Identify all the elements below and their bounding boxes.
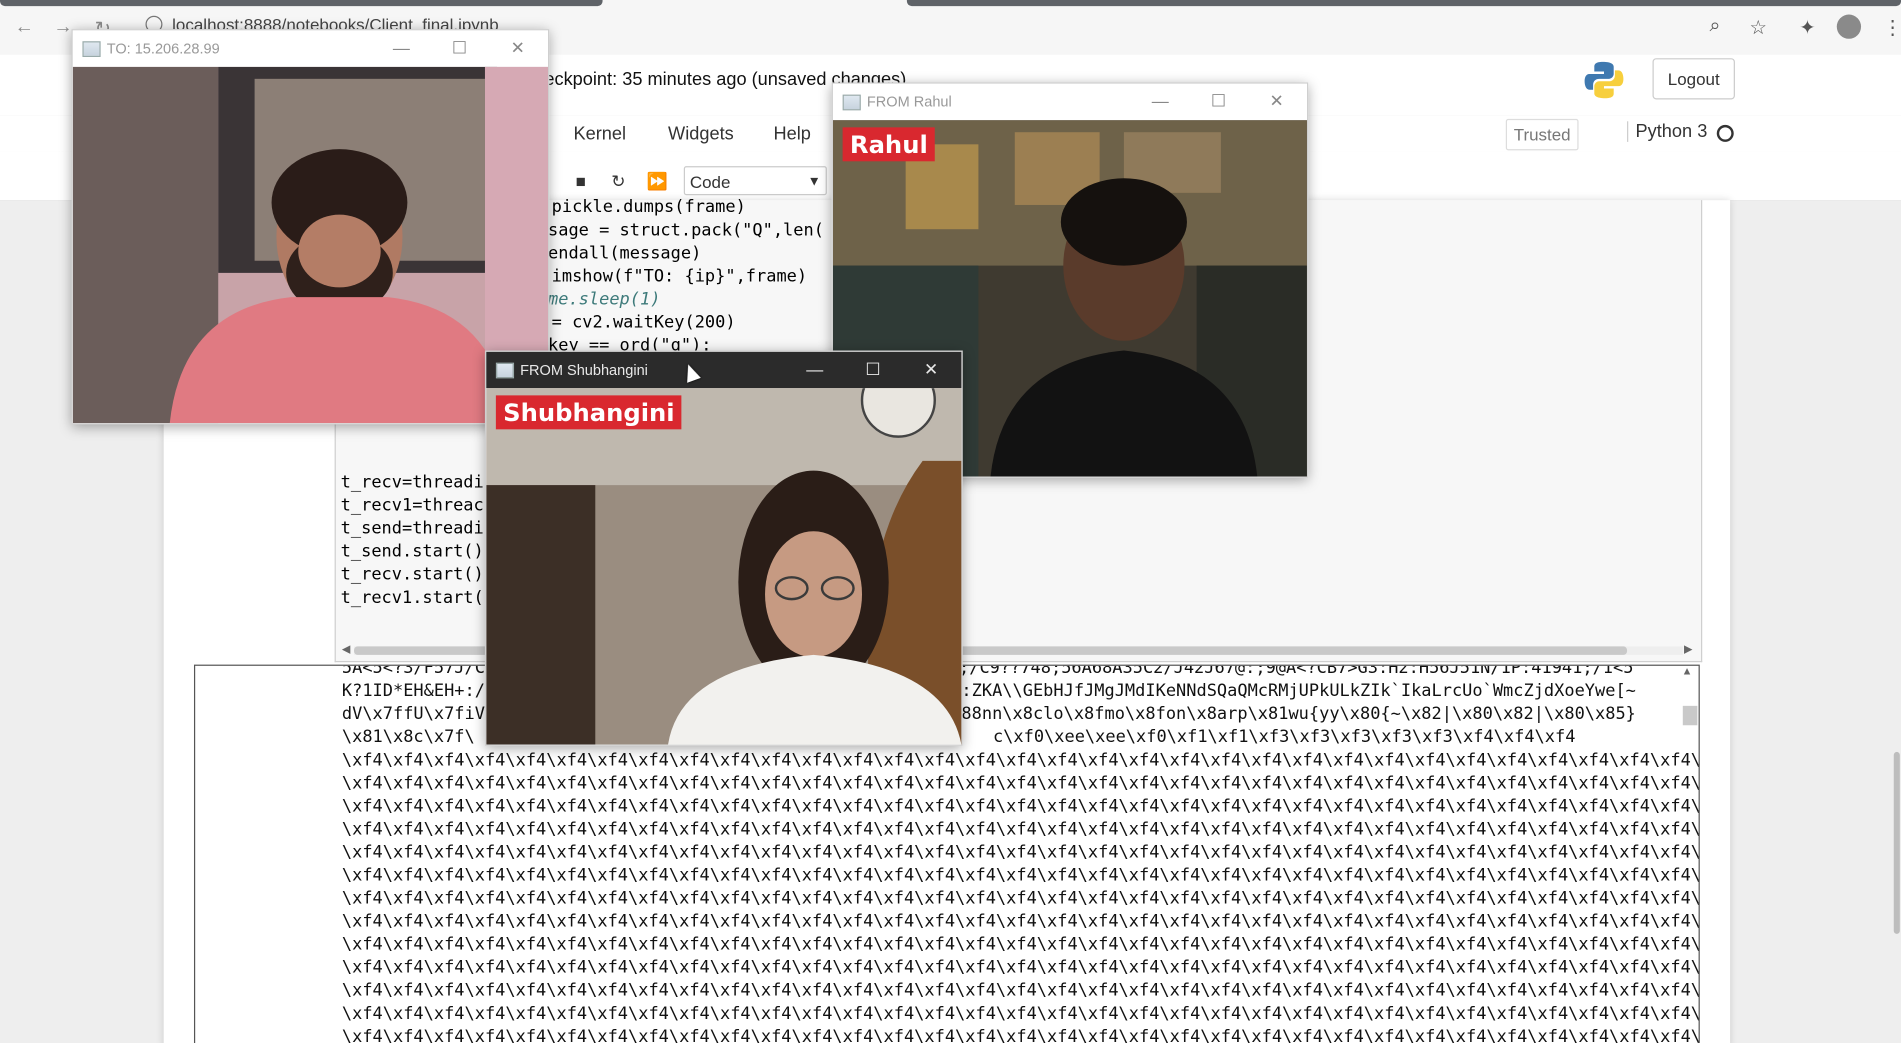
- maximize-icon[interactable]: ☐: [860, 359, 887, 380]
- back-arrow-icon[interactable]: ←: [15, 17, 34, 39]
- screen: ← → ↻ localhost:8888/notebooks/Client_fi…: [0, 0, 1901, 1043]
- output-line: \xf4\xf4\xf4\xf4\xf4\xf4\xf4\xf4\xf4\xf4…: [341, 935, 1700, 955]
- window-title: FROM Rahul: [866, 93, 952, 111]
- page-scrollbar[interactable]: [1893, 751, 1900, 934]
- trusted-indicator[interactable]: Trusted: [1505, 118, 1579, 151]
- output-line: \xf4\xf4\xf4\xf4\xf4\xf4\xf4\xf4\xf4\xf4…: [341, 958, 1700, 978]
- kernel-status-icon: [1716, 124, 1734, 142]
- more-menu-icon[interactable]: ⋮: [1883, 16, 1901, 40]
- output-line: \xf4\xf4\xf4\xf4\xf4\xf4\xf4\xf4\xf4\xf4…: [341, 912, 1700, 932]
- code-line: t_send.start(): [340, 542, 484, 562]
- chevron-down-icon: ▼: [807, 174, 821, 190]
- zoom-icon[interactable]: ⌕: [1709, 16, 1720, 38]
- code-line: t_recv.start(): [340, 565, 484, 585]
- output-line: K?1ID*EH&EH+:/: [341, 681, 485, 701]
- code-line: imshow(f"TO: {ip}",frame): [551, 266, 808, 287]
- profile-avatar[interactable]: [1836, 14, 1862, 39]
- output-line: \xf4\xf4\xf4\xf4\xf4\xf4\xf4\xf4\xf4\xf4…: [341, 981, 1700, 1001]
- name-tag: Rahul: [842, 127, 936, 162]
- browser-tab-strip: [906, 0, 1901, 7]
- maximize-icon[interactable]: ☐: [446, 38, 473, 59]
- window-titlebar[interactable]: FROM Rahul — ☐ ✕: [832, 83, 1307, 121]
- video-frame: [72, 66, 549, 424]
- output-line: \xf4\xf4\xf4\xf4\xf4\xf4\xf4\xf4\xf4\xf4…: [341, 773, 1700, 794]
- video-window-to[interactable]: TO: 15.206.28.99 — ☐ ✕: [71, 29, 550, 425]
- code-line: sage = struct.pack("Q",len(: [548, 220, 824, 241]
- close-icon[interactable]: ✕: [504, 38, 531, 59]
- window-title: FROM Shubhangini: [520, 361, 648, 379]
- output-line: :ZKA\\GEbHJfJMgJMdIKeNNdSQaQMcRMjUPkULkZ…: [961, 681, 1636, 701]
- code-line: t_recv1.start(: [340, 588, 484, 608]
- output-line: \xf4\xf4\xf4\xf4\xf4\xf4\xf4\xf4\xf4\xf4…: [341, 888, 1700, 909]
- scroll-right-icon[interactable]: ▶: [1684, 643, 1692, 656]
- maximize-icon[interactable]: ☐: [1205, 91, 1232, 112]
- window-title: TO: 15.206.28.99: [106, 40, 220, 58]
- code-line: endall(message): [548, 243, 702, 264]
- code-comment: me.sleep(1): [548, 289, 661, 310]
- window-titlebar[interactable]: FROM Shubhangini — ☐ ✕: [486, 351, 962, 389]
- window-app-icon: [842, 94, 861, 111]
- output-line: \x81\x8c\x7f\: [341, 727, 475, 748]
- minimize-icon[interactable]: —: [1147, 91, 1174, 110]
- output-line: c\xf0\xee\xee\xf0\xf1\xf1\xf3\xf3\xf3\xf…: [992, 727, 1576, 748]
- window-app-icon: [495, 362, 515, 379]
- minimize-icon[interactable]: —: [801, 359, 828, 378]
- code-line: t_recv1=threac: [340, 496, 484, 516]
- output-line: \xf4\xf4\xf4\xf4\xf4\xf4\xf4\xf4\xf4\xf4…: [341, 796, 1700, 817]
- output-line: 5A<5<?3/F57J/C: [341, 664, 485, 678]
- close-icon[interactable]: ✕: [1263, 91, 1290, 112]
- window-titlebar[interactable]: TO: 15.206.28.99 — ☐ ✕: [72, 30, 549, 67]
- extensions-puzzle-icon[interactable]: ✦: [1799, 16, 1815, 40]
- output-line: \xf4\xf4\xf4\xf4\xf4\xf4\xf4\xf4\xf4\xf4…: [341, 865, 1700, 886]
- code-line: t_send=threadi: [340, 519, 484, 539]
- menu-help[interactable]: Help: [774, 124, 811, 145]
- output-line: 88nn\x8clo\x8fmo\x8fon\x8arp\x81wu{yy\x8…: [961, 704, 1636, 725]
- scroll-up-icon[interactable]: ▲: [1682, 665, 1693, 677]
- code-line: t_recv=threadi: [340, 472, 484, 493]
- minimize-icon[interactable]: —: [388, 38, 415, 57]
- webcam-image: [72, 66, 549, 424]
- output-line: ;/C9??748;56A68A35C2/J42J67@:;9@A<?CB7>G…: [959, 664, 1634, 678]
- video-frame: Shubhangini: [486, 388, 962, 745]
- output-line: \xf4\xf4\xf4\xf4\xf4\xf4\xf4\xf4\xf4\xf4…: [341, 819, 1700, 840]
- window-app-icon: [82, 41, 101, 58]
- output-line: \xf4\xf4\xf4\xf4\xf4\xf4\xf4\xf4\xf4\xf4…: [341, 1004, 1700, 1024]
- output-line: \xf4\xf4\xf4\xf4\xf4\xf4\xf4\xf4\xf4\xf4…: [341, 750, 1700, 771]
- menu-widgets[interactable]: Widgets: [668, 124, 734, 145]
- output-line: \xf4\xf4\xf4\xf4\xf4\xf4\xf4\xf4\xf4\xf4…: [341, 1027, 1700, 1043]
- webcam-image: [486, 388, 962, 745]
- kernel-name: Python 3: [1627, 121, 1707, 142]
- python-logo-icon: [1584, 61, 1624, 99]
- output-line: dV\x7ffU\x7fiV: [341, 704, 485, 725]
- cell-type-select[interactable]: Code ▼: [683, 166, 827, 196]
- forward-arrow-icon[interactable]: →: [53, 17, 72, 39]
- name-tag: Shubhangini: [495, 395, 682, 430]
- output-line: \xf4\xf4\xf4\xf4\xf4\xf4\xf4\xf4\xf4\xf4…: [341, 842, 1700, 863]
- run-all-icon[interactable]: ⏩: [640, 166, 674, 195]
- logout-button[interactable]: Logout: [1652, 58, 1735, 100]
- browser-tab-strip: [0, 0, 603, 7]
- menu-kernel[interactable]: Kernel: [573, 124, 626, 145]
- video-window-shubhangini[interactable]: FROM Shubhangini — ☐ ✕ Shubhangini: [484, 350, 963, 746]
- code-line: = cv2.waitKey(200): [551, 312, 736, 333]
- cell-type-value: Code: [689, 172, 731, 192]
- bookmark-star-icon[interactable]: ☆: [1749, 16, 1766, 40]
- stop-icon[interactable]: ■: [564, 166, 598, 195]
- code-line: pickle.dumps(frame): [551, 197, 746, 218]
- restart-icon[interactable]: ↻: [601, 166, 635, 195]
- output-scroll-thumb[interactable]: [1682, 705, 1698, 726]
- scroll-left-icon[interactable]: ◀: [342, 643, 350, 656]
- close-icon[interactable]: ✕: [918, 359, 945, 380]
